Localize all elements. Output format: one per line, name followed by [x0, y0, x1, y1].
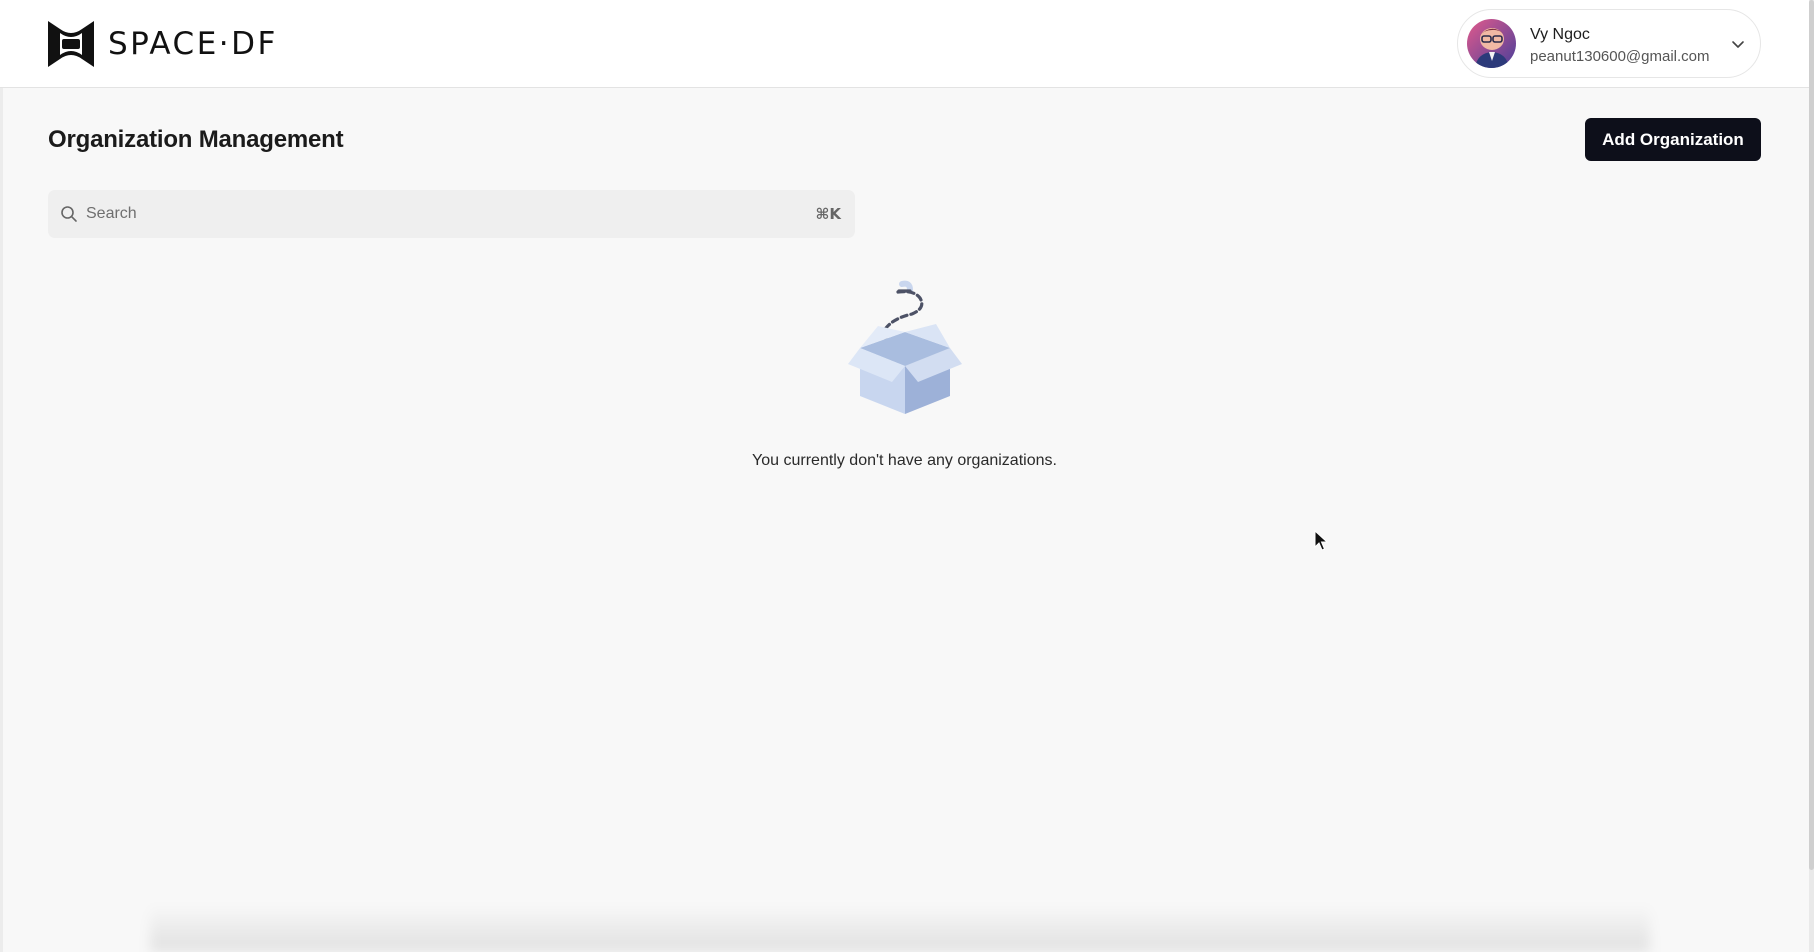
empty-box-icon	[840, 278, 970, 418]
search-icon	[61, 206, 77, 222]
bottom-shadow	[150, 905, 1650, 952]
app-window: SPACE·DF Vy Ngoc peanut130600@gmail.com …	[0, 0, 1814, 952]
avatar	[1467, 19, 1516, 68]
search-bar[interactable]: ⌘K	[48, 190, 855, 238]
empty-state-message: You currently don't have any organizatio…	[752, 452, 1057, 469]
user-email: peanut130600@gmail.com	[1530, 48, 1710, 65]
chevron-down-icon[interactable]	[1730, 36, 1746, 52]
search-shortcut-hint: ⌘K	[815, 205, 841, 223]
top-header: SPACE·DF Vy Ngoc peanut130600@gmail.com	[0, 0, 1809, 88]
user-menu-button[interactable]: Vy Ngoc peanut130600@gmail.com	[1457, 9, 1761, 78]
user-name: Vy Ngoc	[1530, 26, 1590, 43]
add-organization-button[interactable]: Add Organization	[1585, 118, 1761, 161]
bracket-logo-icon	[48, 21, 94, 67]
scrollbar-thumb[interactable]	[1809, 0, 1814, 870]
search-input[interactable]	[86, 190, 786, 238]
brand-logo[interactable]: SPACE·DF	[46, 18, 278, 70]
page-title: Organization Management	[48, 126, 344, 153]
mouse-cursor-icon	[1314, 530, 1328, 551]
window-edge	[0, 0, 3, 952]
brand-name: SPACE·DF	[108, 26, 278, 62]
